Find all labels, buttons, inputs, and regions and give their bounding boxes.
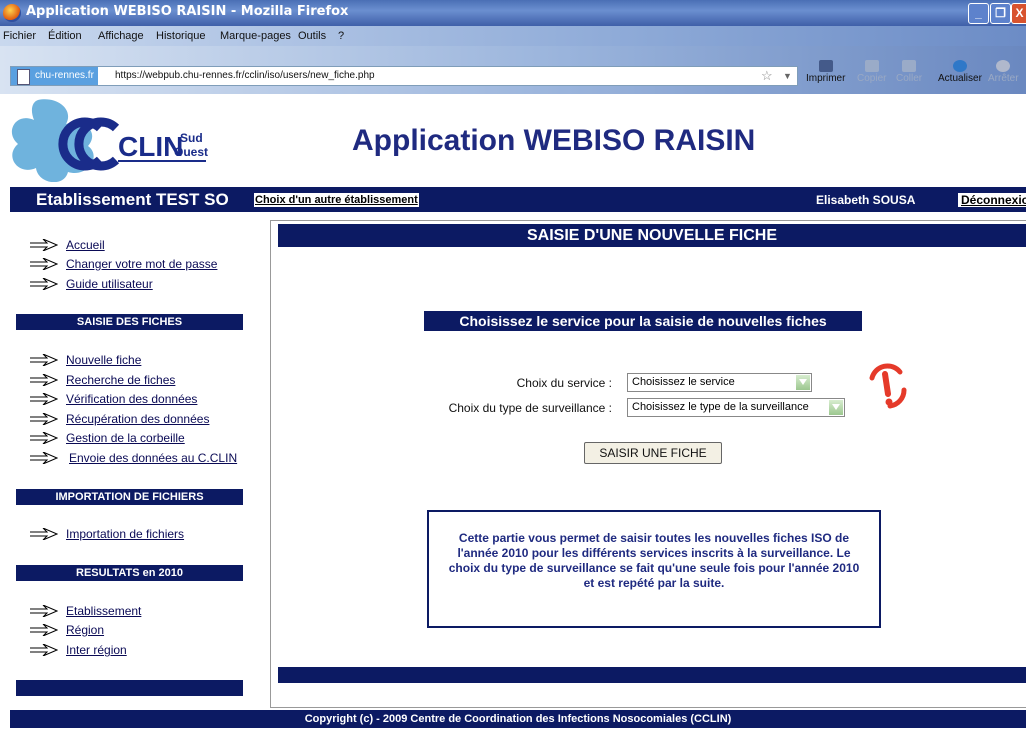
sidebar-item-label[interactable]: Récupération des données (66, 412, 209, 426)
copy-icon (864, 60, 879, 72)
establishment-name: Etablissement TEST SO (36, 190, 229, 209)
logout-link[interactable]: Déconnexion (958, 193, 1026, 207)
page-title: Application WEBISO RAISIN (352, 124, 756, 157)
sidebar-item-label[interactable]: Changer votre mot de passe (66, 257, 217, 271)
menu-edition[interactable]: Édition (48, 30, 82, 42)
svg-text:Ouest: Ouest (174, 145, 208, 159)
arrow-icon (30, 258, 58, 270)
stop-label: Arrêter (988, 73, 1019, 84)
reload-icon (952, 60, 967, 72)
sidebar-item-label[interactable]: Nouvelle fiche (66, 353, 141, 367)
service-label: Choix du service : (516, 376, 612, 390)
menu-outils[interactable]: Outils (298, 30, 326, 42)
surveillance-type-select[interactable]: Choisissez le type de la surveillance (627, 398, 845, 417)
sidebar-item-label[interactable]: Vérification des données (66, 392, 197, 406)
url-bar[interactable]: chu-rennes.fr https://webpub.chu-rennes.… (10, 66, 798, 86)
copy-button[interactable]: Copier (857, 60, 886, 84)
maximize-button[interactable]: ❐ (990, 3, 1011, 24)
star-icon[interactable]: ☆ (761, 67, 773, 84)
paste-button[interactable]: Coller (896, 60, 922, 84)
chevron-down-icon[interactable] (829, 400, 843, 415)
site-domain: chu-rennes.fr (35, 70, 94, 81)
sidebar-item-label[interactable]: Envoie des données au C.CLIN (69, 451, 237, 465)
arrow-icon (30, 278, 58, 290)
print-icon (818, 60, 833, 72)
stop-icon (996, 60, 1011, 72)
choose-establishment-link[interactable]: Choix d'un autre établissement (254, 193, 419, 207)
url-text[interactable]: https://webpub.chu-rennes.fr/cclin/iso/u… (115, 67, 375, 85)
menu-affichage[interactable]: Affichage (98, 30, 144, 42)
establishment-bar: Etablissement TEST SO Choix d'un autre é… (10, 187, 1026, 212)
sidebar-item-label[interactable]: Importation de fichiers (66, 527, 184, 541)
reload-button[interactable]: Actualiser (938, 60, 982, 84)
sidebar-section-saisie: SAISIE DES FICHES (16, 314, 243, 330)
print-button[interactable]: Imprimer (806, 60, 845, 84)
alert-icon (869, 363, 907, 409)
main-heading: SAISIE D'UNE NOUVELLE FICHE (278, 224, 1026, 247)
user-name: Elisabeth SOUSA (816, 193, 916, 207)
svg-text:Sud: Sud (180, 131, 203, 145)
sidebar-item-label[interactable]: Accueil (66, 238, 105, 252)
info-text: Cette partie vous permet de saisir toute… (448, 531, 860, 590)
sidebar-item-label[interactable]: Gestion de la corbeille (66, 431, 185, 445)
arrow-icon (30, 374, 58, 386)
window-titlebar: Application WEBISO RAISIN - Mozilla Fire… (0, 0, 1026, 26)
arrow-icon (30, 528, 58, 540)
service-select-value: Choisissez le service (632, 376, 735, 388)
main-footer-bar (278, 667, 1026, 683)
arrow-icon (30, 605, 58, 617)
sidebar-item-label[interactable]: Etablissement (66, 604, 141, 618)
arrow-icon (30, 452, 58, 464)
menu-bar: Fichier Édition Affichage Historique Mar… (0, 26, 1026, 46)
sidebar-footer-bar (16, 680, 243, 696)
sidebar-item-label[interactable]: Guide utilisateur (66, 277, 153, 291)
arrow-icon (30, 644, 58, 656)
arrow-icon (30, 432, 58, 444)
close-button[interactable]: X (1011, 3, 1026, 24)
submit-fiche-button[interactable]: SAISIR UNE FICHE (584, 442, 722, 464)
cclin-logo: CLIN Sud Ouest (8, 98, 208, 183)
window-title: Application WEBISO RAISIN - Mozilla Fire… (26, 4, 349, 19)
menu-fichier[interactable]: Fichier (3, 30, 36, 42)
arrow-icon (30, 354, 58, 366)
page-icon (17, 69, 30, 85)
sidebar-section-resultats: RESULTATS en 2010 (16, 565, 243, 581)
site-identity-button[interactable]: chu-rennes.fr (11, 67, 98, 85)
copy-label: Copier (857, 73, 887, 84)
sidebar-item-label[interactable]: Inter région (66, 643, 127, 657)
minimize-button[interactable]: _ (968, 3, 989, 24)
paste-label: Coller (896, 73, 923, 84)
reload-label: Actualiser (938, 73, 982, 84)
print-label: Imprimer (806, 73, 846, 84)
sidebar-item-label[interactable]: Recherche de fiches (66, 373, 175, 387)
paste-icon (902, 60, 917, 72)
chevron-down-icon[interactable]: ▼ (783, 67, 792, 85)
firefox-icon (3, 4, 21, 22)
surveillance-type-label: Choix du type de surveillance : (448, 401, 612, 415)
arrow-icon (30, 624, 58, 636)
sidebar-section-importation: IMPORTATION DE FICHIERS (16, 489, 243, 505)
service-select[interactable]: Choisissez le service (627, 373, 812, 392)
stop-button[interactable]: Arrêter (988, 60, 1019, 84)
arrow-icon (30, 239, 58, 251)
main-panel (270, 220, 1026, 708)
chevron-down-icon[interactable] (796, 375, 810, 390)
info-box: Cette partie vous permet de saisir toute… (427, 510, 881, 628)
arrow-icon (30, 393, 58, 405)
copyright-footer: Copyright (c) - 2009 Centre de Coordinat… (10, 710, 1026, 728)
menu-marque-pages[interactable]: Marque-pages (220, 30, 291, 42)
sidebar-item-label[interactable]: Région (66, 623, 104, 637)
menu-help[interactable]: ? (338, 30, 344, 42)
main-subheading: Choisissez le service pour la saisie de … (424, 311, 862, 331)
menu-historique[interactable]: Historique (156, 30, 206, 42)
arrow-icon (30, 413, 58, 425)
surveillance-type-select-value: Choisissez le type de la surveillance (632, 401, 809, 413)
